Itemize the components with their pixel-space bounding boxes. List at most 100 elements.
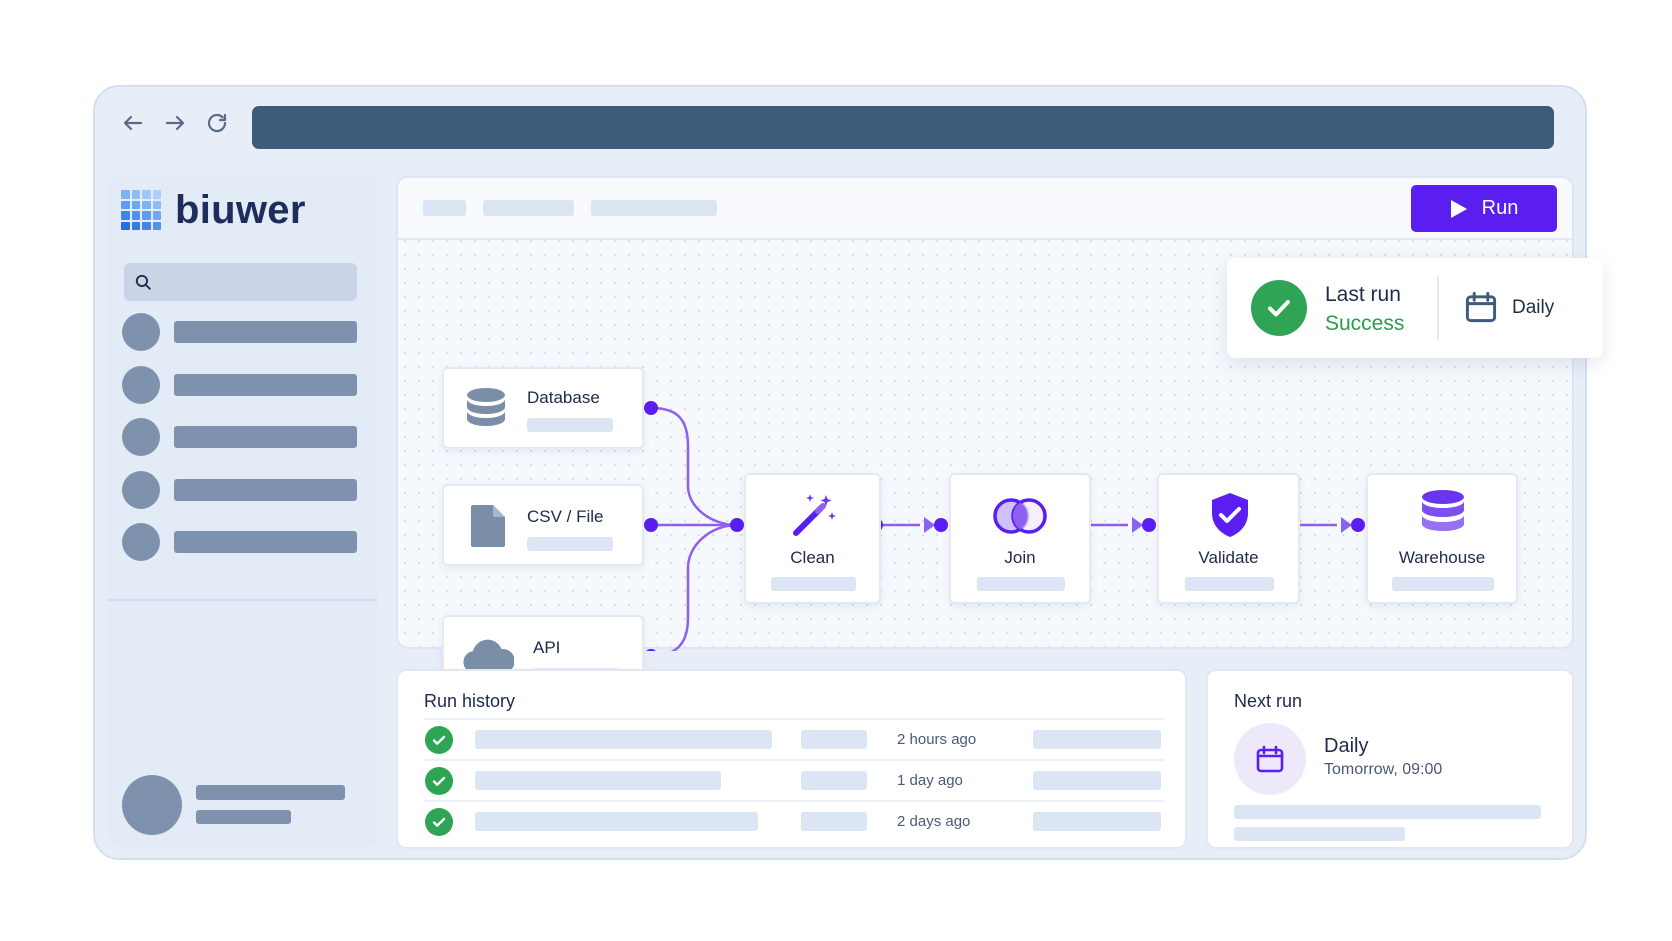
node-placeholder — [1185, 577, 1274, 591]
source-node-database[interactable]: Database — [442, 367, 644, 449]
node-label: Join — [1004, 548, 1036, 567]
node-placeholder — [527, 537, 613, 551]
canvas-header: Run — [398, 178, 1572, 240]
next-run-title: Next run — [1234, 691, 1303, 711]
sidebar-item-placeholder — [174, 321, 357, 343]
calendar-icon — [1234, 723, 1306, 795]
sidebar-search-input[interactable] — [124, 263, 357, 301]
calendar-icon — [1465, 291, 1497, 323]
arrow-head — [1341, 517, 1352, 533]
node-label: Validate — [1198, 548, 1259, 567]
browser-toolbar — [95, 87, 1585, 163]
sidebar-item-avatar — [122, 523, 160, 561]
run-duration-placeholder — [1033, 771, 1161, 790]
node-label: Warehouse — [1398, 548, 1486, 567]
sidebar-item-placeholder — [174, 531, 357, 553]
sidebar-item[interactable] — [122, 522, 357, 562]
sidebar-item[interactable] — [122, 312, 357, 352]
run-time: 1 day ago — [897, 772, 963, 789]
port-dot — [1142, 518, 1156, 532]
database-icon — [467, 388, 505, 426]
node-label: API — [533, 638, 561, 657]
success-check-icon — [425, 808, 453, 836]
file-icon — [471, 505, 505, 547]
user-role-placeholder — [196, 810, 291, 824]
browser-window: biuwer Run Database CSV / File API Clean… — [93, 85, 1587, 860]
last-run-label: Last run — [1325, 283, 1401, 306]
run-history-row[interactable]: 1 day ago — [424, 759, 1164, 800]
reload-icon[interactable] — [202, 108, 232, 138]
breadcrumb-placeholder[interactable] — [483, 200, 574, 216]
run-name-placeholder — [475, 730, 772, 749]
run-duration-placeholder — [1033, 812, 1161, 831]
source-node-csv-file[interactable]: CSV / File — [442, 484, 644, 566]
sidebar-item-avatar — [122, 471, 160, 509]
step-node-clean[interactable]: Clean — [744, 473, 881, 604]
node-label: Clean — [790, 548, 835, 567]
sidebar-item-placeholder — [174, 426, 357, 448]
last-run-status: Success — [1325, 312, 1405, 335]
node-placeholder — [977, 577, 1065, 591]
run-time: 2 hours ago — [897, 731, 977, 748]
schedule-frequency: Daily — [1512, 297, 1555, 318]
run-button[interactable]: Run — [1411, 185, 1557, 232]
next-run-placeholder — [1234, 805, 1541, 819]
run-name-placeholder — [475, 812, 758, 831]
join-circles-icon — [993, 498, 1047, 534]
sidebar-item[interactable] — [122, 365, 357, 405]
run-history-panel: Run history 2 hours ago 1 day ago 2 days… — [396, 669, 1187, 849]
connector-database-clean — [650, 406, 738, 527]
run-time: 2 days ago — [897, 813, 971, 830]
forward-arrow-icon[interactable] — [160, 108, 190, 138]
back-arrow-icon[interactable] — [118, 108, 148, 138]
sidebar-item-avatar — [122, 418, 160, 456]
sidebar-item-avatar — [122, 313, 160, 351]
port-dot — [730, 518, 744, 532]
logo-grid-icon — [121, 190, 161, 230]
brand-logo[interactable]: biuwer — [121, 188, 306, 232]
port-dot — [934, 518, 948, 532]
address-bar[interactable] — [252, 106, 1554, 149]
sidebar-item-placeholder — [174, 479, 357, 501]
step-node-validate[interactable]: Validate — [1157, 473, 1300, 604]
node-placeholder — [1392, 577, 1494, 591]
sidebar-item-avatar — [122, 366, 160, 404]
status-divider — [1437, 276, 1439, 340]
success-check-icon — [1251, 280, 1307, 336]
sidebar: biuwer — [108, 175, 377, 847]
success-check-icon — [425, 767, 453, 795]
breadcrumb-placeholder[interactable] — [423, 200, 466, 216]
next-run-placeholder — [1234, 827, 1405, 841]
node-label: Database — [527, 388, 600, 407]
step-node-join[interactable]: Join — [949, 473, 1091, 604]
arrow-head — [1132, 517, 1143, 533]
run-name-placeholder — [475, 771, 721, 790]
run-id-placeholder — [801, 730, 867, 749]
last-run-status-card: Last run Success Daily — [1227, 258, 1603, 358]
step-node-warehouse[interactable]: Warehouse — [1366, 473, 1518, 604]
run-history-row[interactable]: 2 days ago — [424, 800, 1164, 841]
shield-check-icon — [1212, 493, 1248, 537]
sidebar-divider — [108, 599, 377, 601]
run-history-title: Run history — [424, 691, 516, 711]
node-label: CSV / File — [527, 507, 604, 526]
user-avatar — [122, 775, 182, 835]
sidebar-item[interactable] — [122, 417, 357, 457]
pipeline-canvas: Run Database CSV / File API Clean Join V… — [396, 176, 1574, 697]
run-duration-placeholder — [1033, 730, 1161, 749]
user-profile[interactable] — [122, 775, 357, 837]
node-placeholder — [527, 418, 613, 432]
connector-api-clean — [670, 523, 738, 651]
success-check-icon — [425, 726, 453, 754]
run-button-label: Run — [1481, 197, 1519, 219]
play-icon — [1450, 199, 1467, 218]
run-id-placeholder — [801, 771, 867, 790]
node-placeholder — [771, 577, 856, 591]
breadcrumb-placeholder[interactable] — [591, 200, 717, 216]
sidebar-item[interactable] — [122, 470, 357, 510]
run-history-row[interactable]: 2 hours ago — [424, 718, 1164, 759]
port-dot — [644, 518, 658, 532]
port-dot — [646, 649, 656, 651]
arrow-head — [924, 517, 935, 533]
sidebar-item-placeholder — [174, 374, 357, 396]
